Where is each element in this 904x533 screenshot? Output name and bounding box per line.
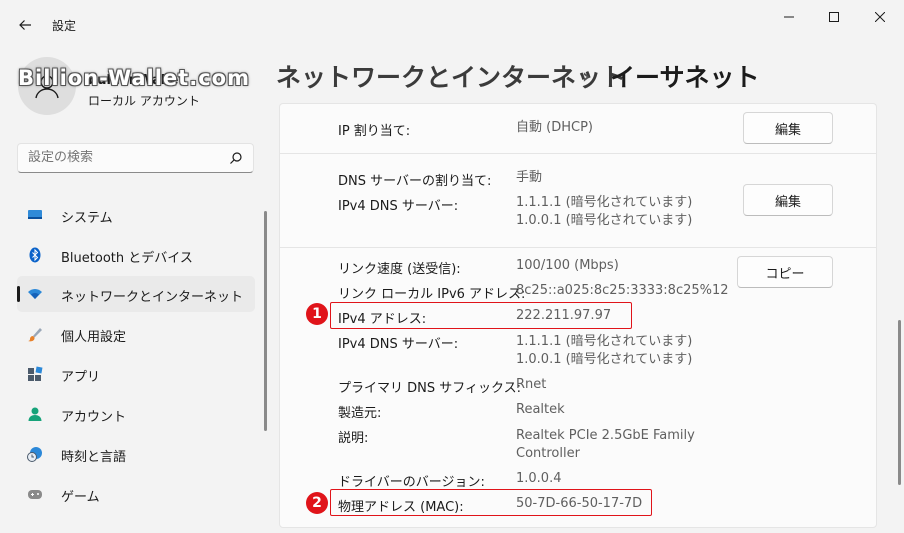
- search-icon: [230, 152, 242, 164]
- link-speed-value: 100/100 (Mbps): [516, 258, 619, 273]
- sidebar-item-accounts[interactable]: アカウント: [17, 396, 255, 432]
- dns-suffix-value: Rnet: [516, 377, 547, 392]
- page-title: イーサネット: [610, 63, 760, 92]
- description-value-1: Realtek PCIe 2.5GbE Family: [516, 428, 695, 443]
- breadcrumb-parent[interactable]: ネットワークとインターネット: [276, 58, 626, 94]
- minimize-icon: [784, 16, 794, 18]
- description-label: 説明:: [338, 431, 369, 446]
- minimize-button[interactable]: [766, 0, 812, 34]
- mac-address-label: 物理アドレス (MAC):: [338, 500, 464, 515]
- active-indicator: [17, 286, 20, 302]
- ipv4-dns-value-2: 1.0.0.1 (暗号化されています): [516, 213, 693, 228]
- account-type: ローカル アカウント: [88, 94, 200, 108]
- sidebar-item-label: ゲーム: [61, 490, 100, 505]
- marker-1: 1: [306, 303, 328, 325]
- sidebar-item-label: アプリ: [61, 370, 101, 385]
- sidebar-item-system[interactable]: システム: [17, 197, 255, 233]
- driver-version-value: 1.0.0.4: [516, 471, 562, 486]
- dns-assignment-label: DNS サーバーの割り当て:: [338, 174, 492, 189]
- clock-globe-icon: [27, 447, 42, 462]
- search-input[interactable]: [28, 150, 218, 165]
- marker-2: 2: [306, 492, 328, 514]
- maximize-button[interactable]: [811, 0, 857, 34]
- ipv4-dns-value-1: 1.1.1.1 (暗号化されています): [516, 195, 693, 210]
- content-scrollbar[interactable]: [898, 320, 901, 485]
- manufacturer-value: Realtek: [516, 402, 565, 417]
- ipv4-dns-label: IPv4 DNS サーバー:: [338, 199, 459, 214]
- copy-button[interactable]: コピー: [737, 256, 833, 288]
- sidebar-item-apps[interactable]: アプリ: [17, 356, 255, 392]
- app-title: 設定: [52, 19, 77, 33]
- sidebar-item-label: Bluetooth とデバイス: [61, 251, 193, 266]
- ipv4-address-label: IPv4 アドレス:: [338, 312, 427, 327]
- search-box[interactable]: [17, 143, 254, 173]
- sidebar-item-label: 時刻と言語: [61, 450, 127, 465]
- ipv6-link-local-label: リンク ローカル IPv6 アドレス:: [338, 287, 526, 302]
- ip-assignment-label: IP 割り当て:: [338, 124, 411, 139]
- title-bar: 設定: [0, 0, 904, 48]
- sidebar-item-network[interactable]: ネットワークとインターネット: [17, 276, 255, 312]
- sidebar-item-time-language[interactable]: 時刻と言語: [17, 436, 255, 472]
- dns-assignment-value: 手動: [516, 170, 543, 185]
- gamepad-icon: [28, 490, 42, 499]
- mac-address-value: 50-7D-66-50-17-7D: [516, 496, 643, 511]
- ipv4-dns-value-2: 1.0.0.1 (暗号化されています): [516, 352, 693, 367]
- manufacturer-label: 製造元:: [338, 406, 382, 421]
- link-speed-label: リンク速度 (送受信):: [338, 262, 461, 277]
- arrow-left-icon: [19, 20, 31, 30]
- sidebar-item-label: 個人用設定: [61, 330, 127, 345]
- back-button[interactable]: [10, 10, 40, 40]
- dns-suffix-label: プライマリ DNS サフィックス:: [338, 381, 521, 396]
- brush-icon: [28, 328, 42, 342]
- ipv4-dns-value-1: 1.1.1.1 (暗号化されています): [516, 334, 693, 349]
- sidebar-scrollbar[interactable]: [264, 211, 267, 431]
- close-icon: [875, 12, 885, 22]
- sidebar-item-personalization[interactable]: 個人用設定: [17, 316, 255, 352]
- driver-version-label: ドライバーのバージョン:: [338, 475, 485, 490]
- sidebar-item-label: ネットワークとインターネット: [61, 290, 244, 305]
- sidebar-item-label: システム: [61, 211, 113, 226]
- wifi-icon: [28, 289, 42, 299]
- bluetooth-icon: [29, 247, 41, 263]
- sidebar-item-bluetooth[interactable]: Bluetooth とデバイス: [17, 237, 255, 273]
- maximize-icon: [829, 12, 839, 22]
- ipv6-link-local-value: 8c25::a025:8c25:3333:8c25%12: [516, 283, 729, 298]
- ipv4-address-value: 222.211.97.97: [516, 308, 612, 323]
- ipv4-dns-label: IPv4 DNS サーバー:: [338, 337, 459, 352]
- description-value-2: Controller: [516, 446, 580, 461]
- edit-dns-button[interactable]: 編集: [743, 184, 833, 216]
- edit-ip-button[interactable]: 編集: [743, 112, 833, 144]
- person-icon: [28, 407, 42, 421]
- apps-icon: [28, 366, 43, 381]
- watermark-text: Billion-Wallet.com: [18, 66, 250, 90]
- breadcrumb-separator: ›: [582, 64, 591, 88]
- ip-assignment-value: 自動 (DHCP): [516, 120, 593, 135]
- sidebar-item-label: アカウント: [61, 410, 127, 425]
- sidebar-item-gaming[interactable]: ゲーム: [17, 476, 255, 512]
- close-button[interactable]: [857, 0, 903, 34]
- monitor-icon: [28, 210, 42, 219]
